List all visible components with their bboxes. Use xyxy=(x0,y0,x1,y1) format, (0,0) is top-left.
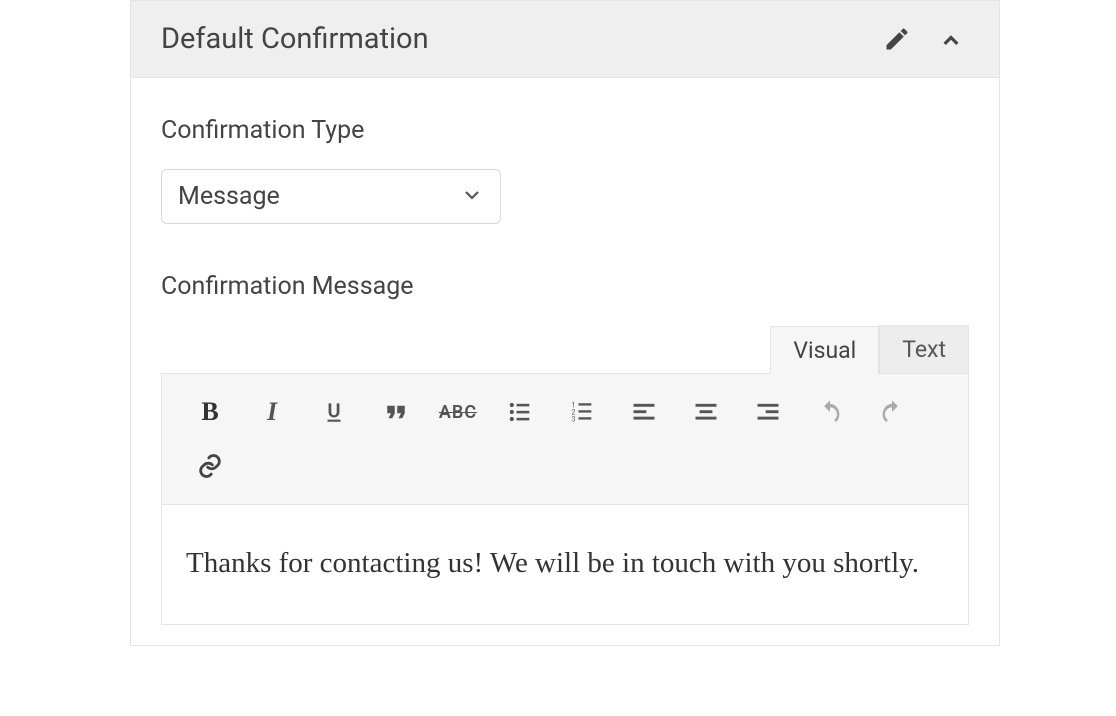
redo-icon xyxy=(878,398,906,426)
confirmation-type-select[interactable]: Message xyxy=(161,169,501,224)
editor-text: Thanks for contacting us! We will be in … xyxy=(186,541,944,586)
confirmation-message-label: Confirmation Message xyxy=(161,272,969,301)
bullet-list-button[interactable] xyxy=(492,388,548,436)
select-value: Message xyxy=(178,182,280,211)
editor-toolbar: B I ABC 1 xyxy=(161,373,969,505)
edit-button[interactable] xyxy=(883,25,911,53)
collapse-button[interactable] xyxy=(933,21,969,57)
align-right-icon xyxy=(754,398,782,426)
align-left-button[interactable] xyxy=(616,388,672,436)
panel-body: Confirmation Type Message Confirmation M… xyxy=(131,78,999,645)
editor-tabs: Visual Text xyxy=(161,325,969,373)
link-icon xyxy=(196,452,224,480)
tab-text[interactable]: Text xyxy=(879,325,969,373)
redo-button[interactable] xyxy=(864,388,920,436)
chevron-up-icon xyxy=(933,21,969,57)
numbered-list-button[interactable]: 1 2 3 xyxy=(554,388,610,436)
quote-icon xyxy=(381,397,411,427)
numbered-list-icon: 1 2 3 xyxy=(568,398,596,426)
bullet-list-icon xyxy=(506,398,534,426)
chevron-down-icon xyxy=(460,183,484,211)
strikethrough-button[interactable]: ABC xyxy=(430,388,486,436)
editor-content-area[interactable]: Thanks for contacting us! We will be in … xyxy=(161,505,969,625)
align-center-button[interactable] xyxy=(678,388,734,436)
panel-title: Default Confirmation xyxy=(161,22,429,56)
align-center-icon xyxy=(692,398,720,426)
panel-header: Default Confirmation xyxy=(131,1,999,78)
confirmation-panel: Default Confirmation Confirmation Type M… xyxy=(130,0,1000,646)
panel-actions xyxy=(883,21,969,57)
underline-button[interactable] xyxy=(306,388,362,436)
confirmation-type-label: Confirmation Type xyxy=(161,116,969,145)
underline-icon xyxy=(321,399,347,425)
align-left-icon xyxy=(630,398,658,426)
svg-text:3: 3 xyxy=(572,415,576,423)
bold-button[interactable]: B xyxy=(182,388,238,436)
italic-button[interactable]: I xyxy=(244,388,300,436)
undo-icon xyxy=(816,398,844,426)
undo-button[interactable] xyxy=(802,388,858,436)
tab-visual[interactable]: Visual xyxy=(770,326,879,374)
align-right-button[interactable] xyxy=(740,388,796,436)
blockquote-button[interactable] xyxy=(368,388,424,436)
link-button[interactable] xyxy=(182,442,238,490)
pencil-icon xyxy=(883,25,911,53)
